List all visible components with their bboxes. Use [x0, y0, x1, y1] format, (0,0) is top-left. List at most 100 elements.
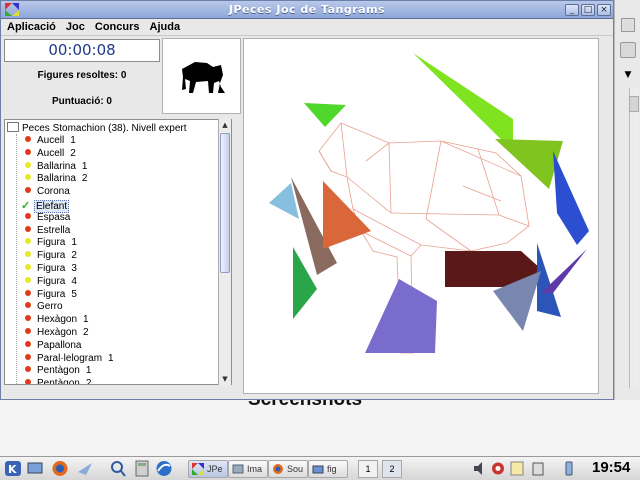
- tangram-piece[interactable]: [553, 151, 589, 245]
- status-dot-icon: [25, 302, 31, 309]
- status-dot-icon: [25, 148, 31, 155]
- background-window: ▼: [614, 0, 640, 400]
- tree-item-label: Espasa: [37, 211, 71, 223]
- status-dot-icon: [25, 366, 31, 373]
- tree-item-label: Estrella: [37, 224, 71, 236]
- battery-icon[interactable]: [564, 460, 574, 477]
- task-jpeces[interactable]: JPe: [188, 460, 228, 478]
- status-dot-icon: [25, 161, 31, 168]
- tree-item-number: 2: [71, 250, 77, 262]
- network-icon[interactable]: [490, 460, 506, 477]
- tree-item[interactable]: Paral·lelogram 1: [15, 353, 114, 366]
- status-dot-icon: [25, 225, 31, 232]
- search-icon[interactable]: [110, 460, 126, 477]
- task-source[interactable]: Sou: [268, 460, 308, 478]
- tree-item-number: 1: [108, 352, 114, 364]
- folder-icon: [7, 122, 19, 132]
- tree-item[interactable]: Hexàgon 1: [15, 314, 89, 327]
- tree-item-number: 1: [70, 135, 76, 146]
- tree-item[interactable]: Ballarina 1: [15, 161, 87, 174]
- tree-item[interactable]: Espasa: [15, 212, 70, 225]
- tree-item[interactable]: Hexàgon 2: [15, 327, 89, 340]
- tangram-piece[interactable]: [413, 53, 513, 151]
- tree-item[interactable]: Pentàgon 1: [15, 365, 91, 378]
- tree-item[interactable]: ✓ Elefant: [15, 199, 70, 213]
- menu-bar: Aplicació Joc Concurs Ajuda: [1, 19, 613, 36]
- status-dot-icon: [25, 289, 31, 296]
- tree-item-number: 4: [71, 275, 77, 287]
- tree-item[interactable]: Estrella: [15, 225, 70, 238]
- tree-item[interactable]: Aucell 1: [15, 135, 76, 148]
- desktop-pager-2[interactable]: 2: [382, 460, 402, 478]
- tree-item[interactable]: Gerro: [15, 301, 63, 314]
- tree-item-number: 2: [85, 378, 92, 385]
- tree-root-label: Peces Stomachion (38). Nivell expert: [22, 123, 187, 134]
- status-dot-icon: [25, 187, 31, 194]
- tree-item[interactable]: Aucell 2: [15, 148, 76, 161]
- score: Puntuació: 0: [51, 96, 112, 107]
- menu-aplicacio[interactable]: Aplicació: [7, 19, 62, 35]
- tree-item-label: Papallona: [37, 339, 82, 351]
- desktop-icon[interactable]: [26, 460, 44, 477]
- volume-icon[interactable]: [472, 460, 488, 477]
- tree-item[interactable]: Pentàgon 2: [15, 378, 92, 385]
- status-dot-icon: [25, 315, 31, 322]
- browser-icon[interactable]: [154, 460, 174, 477]
- figure-tree[interactable]: Peces Stomachion (38). Nivell expert Auc…: [4, 119, 232, 385]
- scrollbar-thumb[interactable]: [220, 133, 230, 273]
- tree-item[interactable]: Figura 5: [15, 289, 77, 302]
- tangram-piece[interactable]: [495, 139, 563, 189]
- menu-joc[interactable]: Joc: [66, 19, 91, 35]
- figure-preview: [162, 38, 241, 114]
- elephant-silhouette: [182, 62, 225, 93]
- firefox-icon[interactable]: [50, 460, 70, 477]
- task-figures[interactable]: fig: [308, 460, 348, 478]
- scroll-down-arrow[interactable]: ▼: [219, 373, 231, 385]
- tree-item-label: Figura: [37, 237, 66, 249]
- tree-item[interactable]: Figura 2: [15, 250, 77, 263]
- tangram-canvas[interactable]: [243, 38, 599, 394]
- tree-item-label: Pentàgon: [37, 365, 80, 377]
- tangram-piece[interactable]: [365, 279, 437, 353]
- status-dot-icon: [25, 264, 31, 270]
- tree-item[interactable]: Ballarina 2: [15, 173, 87, 186]
- tree-item[interactable]: Corona: [15, 186, 70, 199]
- tree-item-label: Corona: [37, 186, 70, 198]
- status-dot-icon: [25, 136, 31, 142]
- solved-count: Figures resoltes: 0: [37, 70, 127, 81]
- desktop-pager-1[interactable]: 1: [358, 460, 378, 478]
- task-image[interactable]: Ima: [228, 460, 268, 478]
- tree-item-number: 1: [83, 314, 89, 326]
- status-dot-icon: [25, 212, 31, 219]
- status-dot-icon: [25, 276, 31, 283]
- menu-concurs[interactable]: Concurs: [95, 19, 146, 35]
- tree-item[interactable]: Figura 1: [15, 237, 77, 250]
- checkmark-icon: ✓: [21, 200, 31, 212]
- mail-icon[interactable]: [76, 460, 94, 477]
- chevron-down-icon[interactable]: ▼: [621, 70, 635, 84]
- tree-item[interactable]: Figura 3: [15, 263, 77, 276]
- title-bar[interactable]: JPeces Joc de Tangrams _ □ ×: [1, 1, 613, 19]
- tangram-piece[interactable]: [541, 249, 587, 293]
- tangram-piece[interactable]: [304, 103, 346, 127]
- tree-item[interactable]: Papallona: [15, 340, 81, 353]
- background-scrollbar[interactable]: [629, 88, 639, 388]
- close-button[interactable]: ×: [597, 4, 611, 16]
- minimize-button[interactable]: _: [565, 4, 579, 16]
- tree-item-label: Figura: [37, 275, 66, 287]
- clipboard-icon[interactable]: [530, 460, 546, 477]
- firefox-icon: [273, 464, 283, 474]
- menu-ajuda[interactable]: Ajuda: [150, 19, 187, 35]
- kde-menu-icon[interactable]: K: [4, 460, 22, 477]
- scroll-up-arrow[interactable]: ▲: [219, 119, 231, 131]
- search-icon[interactable]: [621, 18, 635, 32]
- tree-item-label: Hexàgon: [37, 314, 78, 326]
- tree-scrollbar[interactable]: ▲ ▼: [218, 119, 231, 385]
- maximize-button[interactable]: □: [581, 4, 595, 16]
- tree-root[interactable]: Peces Stomachion (38). Nivell expert: [7, 122, 187, 134]
- calculator-icon[interactable]: [134, 460, 150, 477]
- background-scrollbar-thumb[interactable]: [629, 96, 639, 112]
- keyboard-layout-icon[interactable]: [510, 460, 524, 477]
- tree-item[interactable]: Figura 4: [15, 276, 77, 289]
- zoom-icon[interactable]: [620, 42, 636, 58]
